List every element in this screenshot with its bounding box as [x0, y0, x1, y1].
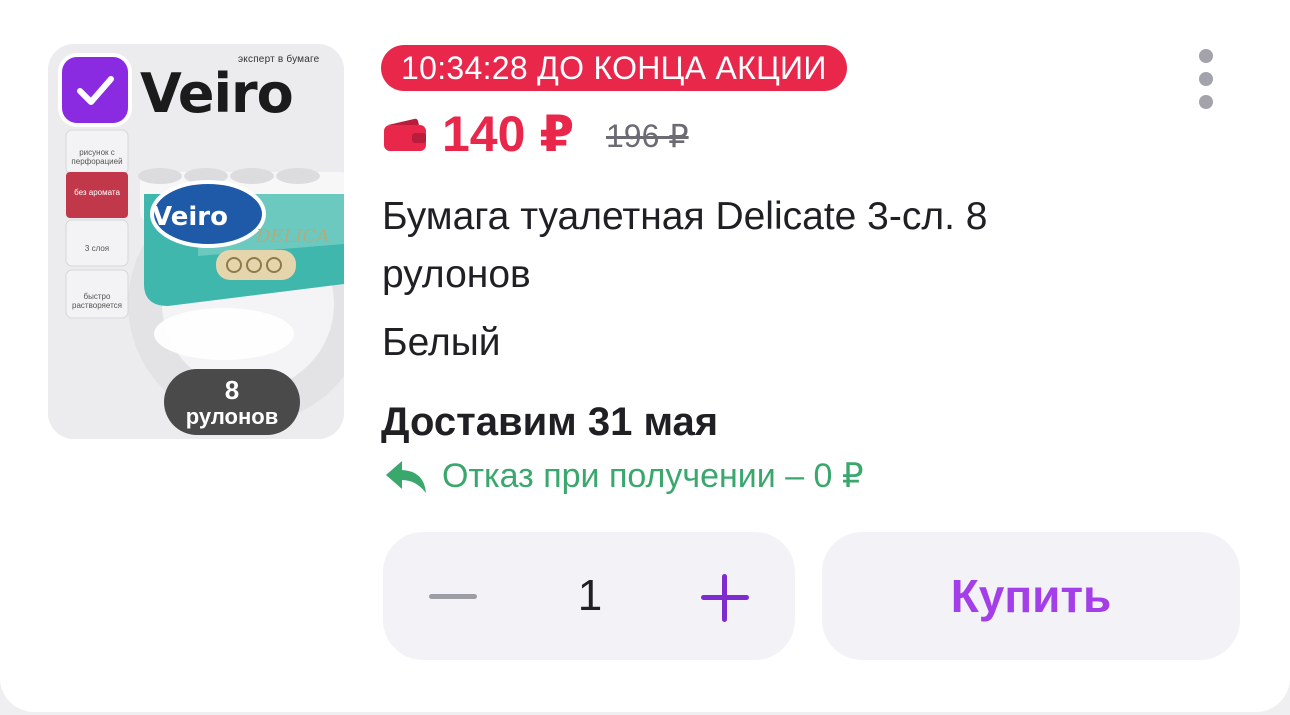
- old-price: 196 ₽: [606, 118, 689, 154]
- select-checkbox[interactable]: [62, 57, 128, 123]
- check-icon: [77, 76, 114, 105]
- plus-icon[interactable]: [701, 574, 749, 622]
- rolls-count-badge: 8 рулонов: [164, 369, 300, 435]
- feature-no-fragrance: без аромата: [74, 188, 120, 197]
- brand-logo: Veiro: [140, 62, 294, 125]
- minus-icon[interactable]: [429, 594, 477, 599]
- product-variant: Белый: [382, 321, 501, 364]
- rolls-count-number: 8: [224, 375, 240, 405]
- feature-3-ply: 3 слоя: [84, 244, 110, 253]
- current-price: 140 ₽: [442, 106, 575, 162]
- quantity-value: 1: [577, 571, 603, 620]
- wallet-icon: [384, 118, 426, 151]
- return-arrow-icon: [386, 461, 426, 493]
- refund-text: Отказ при получении – 0 ₽: [442, 457, 864, 495]
- feature-dissolves-fast: быстро растворяется: [72, 292, 122, 310]
- product-card: эксперт в бумаге Veiro Veiro DELICA рису…: [0, 0, 1290, 712]
- more-vertical-icon[interactable]: [1192, 46, 1220, 112]
- promo-timer-badge: 10:34:28 ДО КОНЦА АКЦИИ: [381, 45, 847, 91]
- rolls-count-word: рулонов: [185, 404, 279, 429]
- quantity-stepper: 1: [383, 532, 795, 660]
- pack-product-line: DELICA: [256, 226, 330, 247]
- pack-brand: Veiro: [152, 202, 228, 232]
- buy-button[interactable]: Купить: [822, 532, 1240, 660]
- feature-perforation: рисунок с перфорацией: [71, 148, 123, 166]
- product-title[interactable]: Бумага туалетная Delicate 3-сл. 8 рулоно…: [382, 188, 1142, 304]
- delivery-date: Доставим 31 мая: [381, 400, 719, 444]
